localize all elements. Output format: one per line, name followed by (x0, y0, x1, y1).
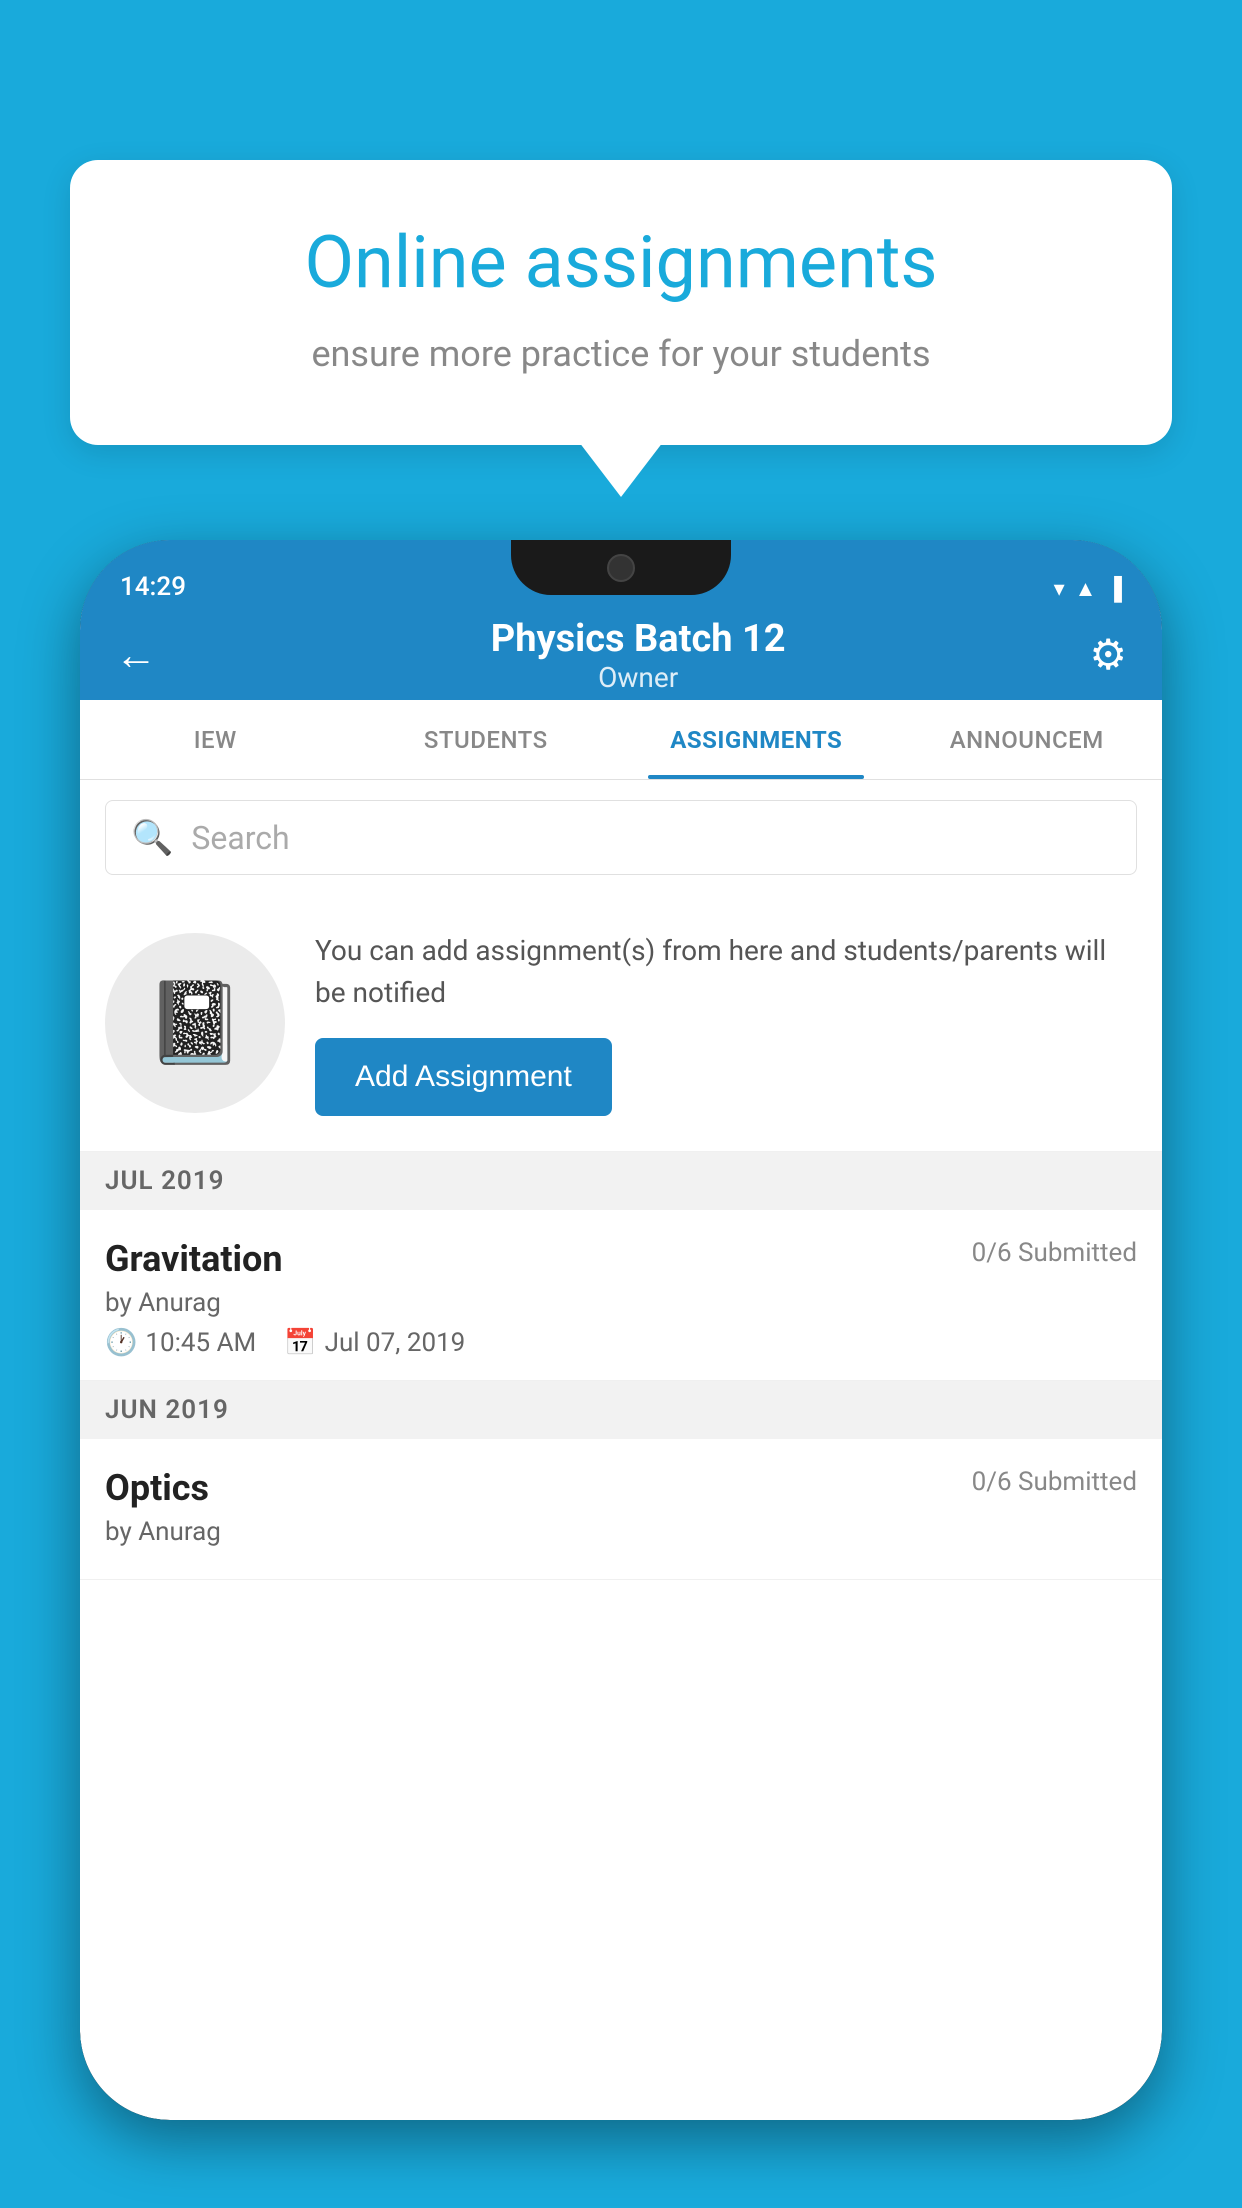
topbar-title: Physics Batch 12 (187, 617, 1089, 661)
assignment-meta: 🕐 10:45 AM 📅 Jul 07, 2019 (105, 1328, 1137, 1358)
add-assignment-button[interactable]: Add Assignment (315, 1038, 612, 1116)
assignment-name-optics: Optics (105, 1467, 209, 1509)
notch (511, 540, 731, 595)
topbar-subtitle: Owner (187, 661, 1089, 694)
assignment-date: Jul 07, 2019 (325, 1328, 466, 1358)
assignment-name: Gravitation (105, 1238, 283, 1280)
back-button[interactable]: ← (115, 631, 157, 680)
search-bar[interactable]: 🔍 Search (105, 800, 1137, 875)
search-placeholder: Search (191, 819, 289, 857)
cta-description: You can add assignment(s) from here and … (315, 930, 1137, 1014)
section-header-jun: JUN 2019 (80, 1381, 1162, 1439)
assignment-top-row: Gravitation 0/6 Submitted (105, 1238, 1137, 1280)
tab-bar: IEW STUDENTS ASSIGNMENTS ANNOUNCEM (80, 700, 1162, 780)
cta-section: 📓 You can add assignment(s) from here an… (80, 895, 1162, 1152)
meta-time: 🕐 10:45 AM (105, 1328, 256, 1358)
clock-icon: 🕐 (105, 1328, 137, 1358)
speech-bubble: Online assignments ensure more practice … (70, 160, 1172, 445)
camera (607, 554, 635, 582)
assignment-item-gravitation[interactable]: Gravitation 0/6 Submitted by Anurag 🕐 10… (80, 1210, 1162, 1381)
notebook-icon: 📓 (145, 976, 245, 1070)
battery-icon: ▐ (1106, 576, 1122, 602)
assignment-item-optics[interactable]: Optics 0/6 Submitted by Anurag (80, 1439, 1162, 1580)
app-content: 14:29 ▾ ▲ ▐ ← Physics Batch 12 Owner ⚙ (80, 540, 1162, 2120)
tab-iew[interactable]: IEW (80, 700, 351, 779)
assignment-top-row-optics: Optics 0/6 Submitted (105, 1467, 1137, 1509)
assignment-author-optics: by Anurag (105, 1517, 1137, 1547)
assignment-author: by Anurag (105, 1288, 1137, 1318)
tab-assignments[interactable]: ASSIGNMENTS (621, 700, 892, 779)
tab-announcements[interactable]: ANNOUNCEM (892, 700, 1163, 779)
settings-icon[interactable]: ⚙ (1089, 630, 1127, 680)
search-icon: 🔍 (131, 818, 173, 858)
section-header-jul: JUL 2019 (80, 1152, 1162, 1210)
cta-right: You can add assignment(s) from here and … (315, 930, 1137, 1116)
meta-date: 📅 Jul 07, 2019 (284, 1328, 465, 1358)
status-time: 14:29 (120, 572, 186, 602)
tab-students[interactable]: STUDENTS (351, 700, 622, 779)
topbar-title-area: Physics Batch 12 Owner (187, 617, 1089, 694)
phone-wrapper: 14:29 ▾ ▲ ▐ ← Physics Batch 12 Owner ⚙ (80, 540, 1162, 2208)
phone-frame: 14:29 ▾ ▲ ▐ ← Physics Batch 12 Owner ⚙ (80, 540, 1162, 2120)
signal-icon: ▲ (1075, 576, 1097, 602)
calendar-icon: 📅 (284, 1328, 316, 1358)
assignment-time: 10:45 AM (145, 1328, 256, 1358)
search-container: 🔍 Search (80, 780, 1162, 895)
assignment-submitted-optics: 0/6 Submitted (972, 1467, 1137, 1497)
wifi-icon: ▾ (1054, 577, 1065, 602)
assignment-submitted: 0/6 Submitted (972, 1238, 1137, 1268)
bubble-subtitle: ensure more practice for your students (140, 333, 1102, 375)
status-icons: ▾ ▲ ▐ (1054, 576, 1122, 602)
cta-icon-circle: 📓 (105, 933, 285, 1113)
bubble-title: Online assignments (140, 220, 1102, 305)
